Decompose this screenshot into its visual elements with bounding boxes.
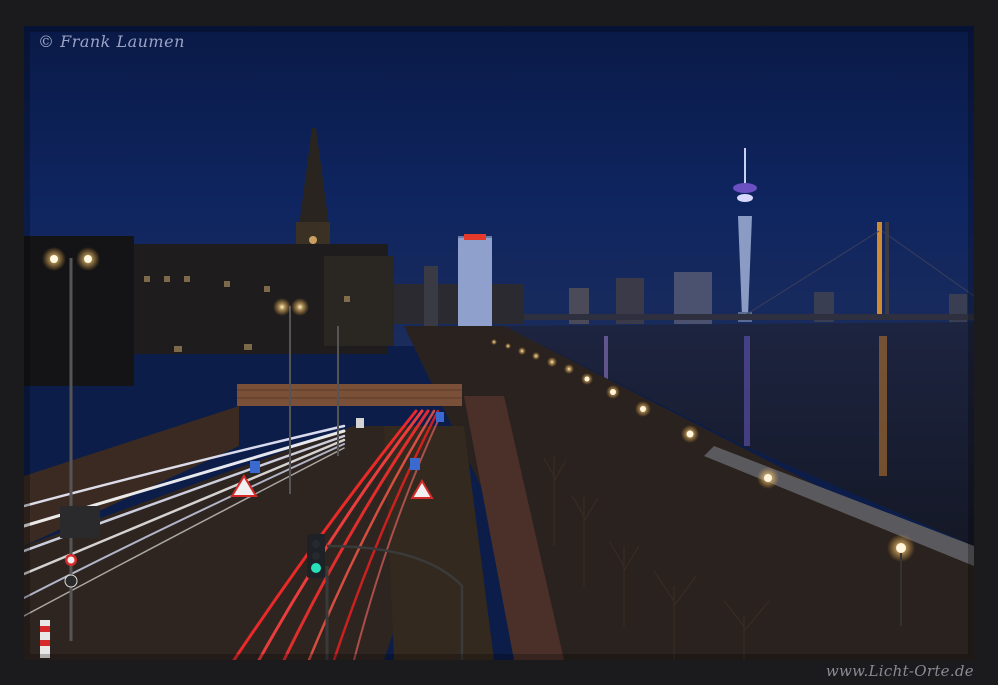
office-tower [458, 234, 492, 326]
night-city-photo [24, 26, 974, 660]
copyright-watermark: © Frank Laumen [38, 32, 185, 51]
website-watermark: www.Licht-Orte.de [825, 662, 974, 680]
overpass-bridge [237, 384, 462, 406]
bridge-deck [524, 314, 974, 320]
